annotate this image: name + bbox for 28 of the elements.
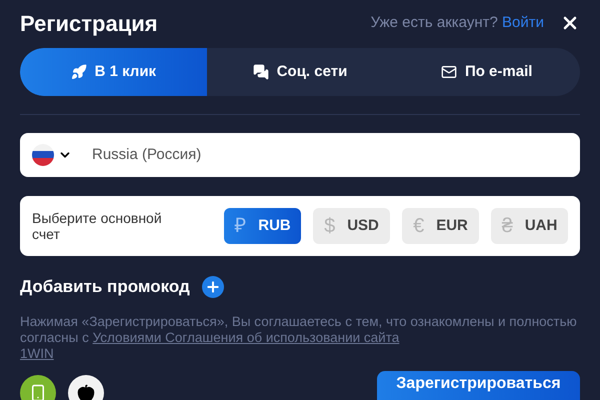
promo-label: Добавить промокод xyxy=(20,276,190,298)
tab[interactable]: Соц. сети xyxy=(206,48,394,96)
terms-link[interactable]: 1WIN xyxy=(20,346,54,360)
terms-text: Нажимая «Зарегистрироваться», Вы соглашаетесь с тем, что ознакомлены и полностью согласны с Условиями Соглашения об использовании сайта 1WIN xyxy=(20,314,578,362)
dialog-title: Регистрация xyxy=(20,10,158,38)
flag-icon xyxy=(32,144,54,166)
country-field[interactable]: Russia (Россия) xyxy=(20,133,580,177)
tab[interactable]: По e-mail xyxy=(393,48,580,96)
register-button[interactable]: Зарегистрироваться xyxy=(377,370,580,400)
login-link[interactable]: Войти xyxy=(502,14,544,31)
plus-icon xyxy=(204,278,221,295)
mail-icon xyxy=(440,64,457,80)
currency-option[interactable]: € EUR xyxy=(402,208,479,244)
country-value: Russia (Россия) xyxy=(92,144,202,165)
currency-option[interactable]: $ USD xyxy=(313,208,390,244)
currency-option[interactable]: ₽ RUB xyxy=(224,208,301,244)
rocket-icon xyxy=(70,64,87,80)
chat-icon xyxy=(252,64,269,80)
login-prompt: Уже есть аккаунт? xyxy=(370,14,499,31)
add-promo-button[interactable] xyxy=(202,276,224,298)
terms-link[interactable]: Условиями Соглашения об использовании сайта xyxy=(92,330,400,344)
currency-option[interactable]: ₴ UAH xyxy=(491,208,568,244)
apple-icon xyxy=(77,384,95,400)
phone-icon xyxy=(29,384,47,400)
apple-button[interactable] xyxy=(68,374,104,400)
tab[interactable]: В 1 клик xyxy=(20,48,207,96)
currency-label: Выберите основной счет xyxy=(32,210,162,242)
android-button[interactable] xyxy=(20,374,56,400)
